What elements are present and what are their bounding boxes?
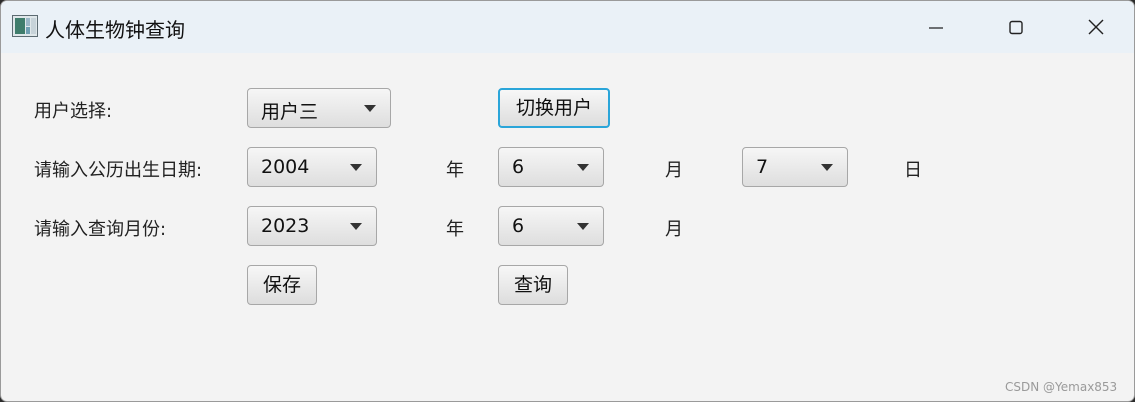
close-button[interactable]: [1056, 1, 1134, 53]
dropdown-arrow-icon: [821, 164, 833, 171]
user-select-label: 用户选择:: [34, 101, 113, 122]
birth-date-label: 请输入公历出生日期:: [34, 160, 203, 181]
user-combo-value: 用户三: [261, 101, 319, 123]
birth-year-value: 2004: [261, 156, 310, 178]
window-title: 人体生物钟查询: [45, 18, 185, 42]
dropdown-arrow-icon: [350, 223, 362, 230]
birth-year-unit: 年: [446, 160, 464, 181]
app-icon: [12, 15, 38, 37]
birth-day-unit: 日: [904, 160, 922, 181]
dropdown-arrow-icon: [350, 164, 362, 171]
minimize-icon: [929, 27, 943, 29]
query-button[interactable]: 查询: [498, 265, 568, 305]
birth-month-unit: 月: [665, 160, 683, 181]
query-year-value: 2023: [261, 215, 310, 237]
birth-month-combo[interactable]: 6: [498, 147, 604, 187]
query-year-unit: 年: [446, 219, 464, 240]
birth-day-combo[interactable]: 7: [742, 147, 848, 187]
dropdown-arrow-icon: [364, 105, 376, 112]
query-month-value: 6: [512, 215, 525, 237]
close-icon: [1088, 19, 1104, 35]
title-bar[interactable]: 人体生物钟查询: [1, 1, 1134, 53]
query-year-combo[interactable]: 2023: [247, 206, 377, 246]
dropdown-arrow-icon: [577, 223, 589, 230]
birth-year-combo[interactable]: 2004: [247, 147, 377, 187]
birth-day-value: 7: [756, 156, 769, 178]
birth-month-value: 6: [512, 156, 525, 178]
switch-user-button[interactable]: 切换用户: [498, 88, 610, 128]
save-button[interactable]: 保存: [247, 265, 317, 305]
query-month-combo[interactable]: 6: [498, 206, 604, 246]
maximize-button[interactable]: [976, 1, 1056, 53]
dropdown-arrow-icon: [577, 164, 589, 171]
minimize-button[interactable]: [896, 1, 976, 53]
query-month-label: 请输入查询月份:: [34, 219, 167, 240]
user-combo[interactable]: 用户三: [247, 88, 391, 128]
query-month-unit: 月: [665, 219, 683, 240]
watermark: CSDN @Yemax853: [1005, 380, 1118, 394]
maximize-icon: [1009, 20, 1023, 35]
app-window: 人体生物钟查询 用户选择: 用户三 切换用户 请输入公历出生日期: 2004 年: [0, 0, 1135, 402]
